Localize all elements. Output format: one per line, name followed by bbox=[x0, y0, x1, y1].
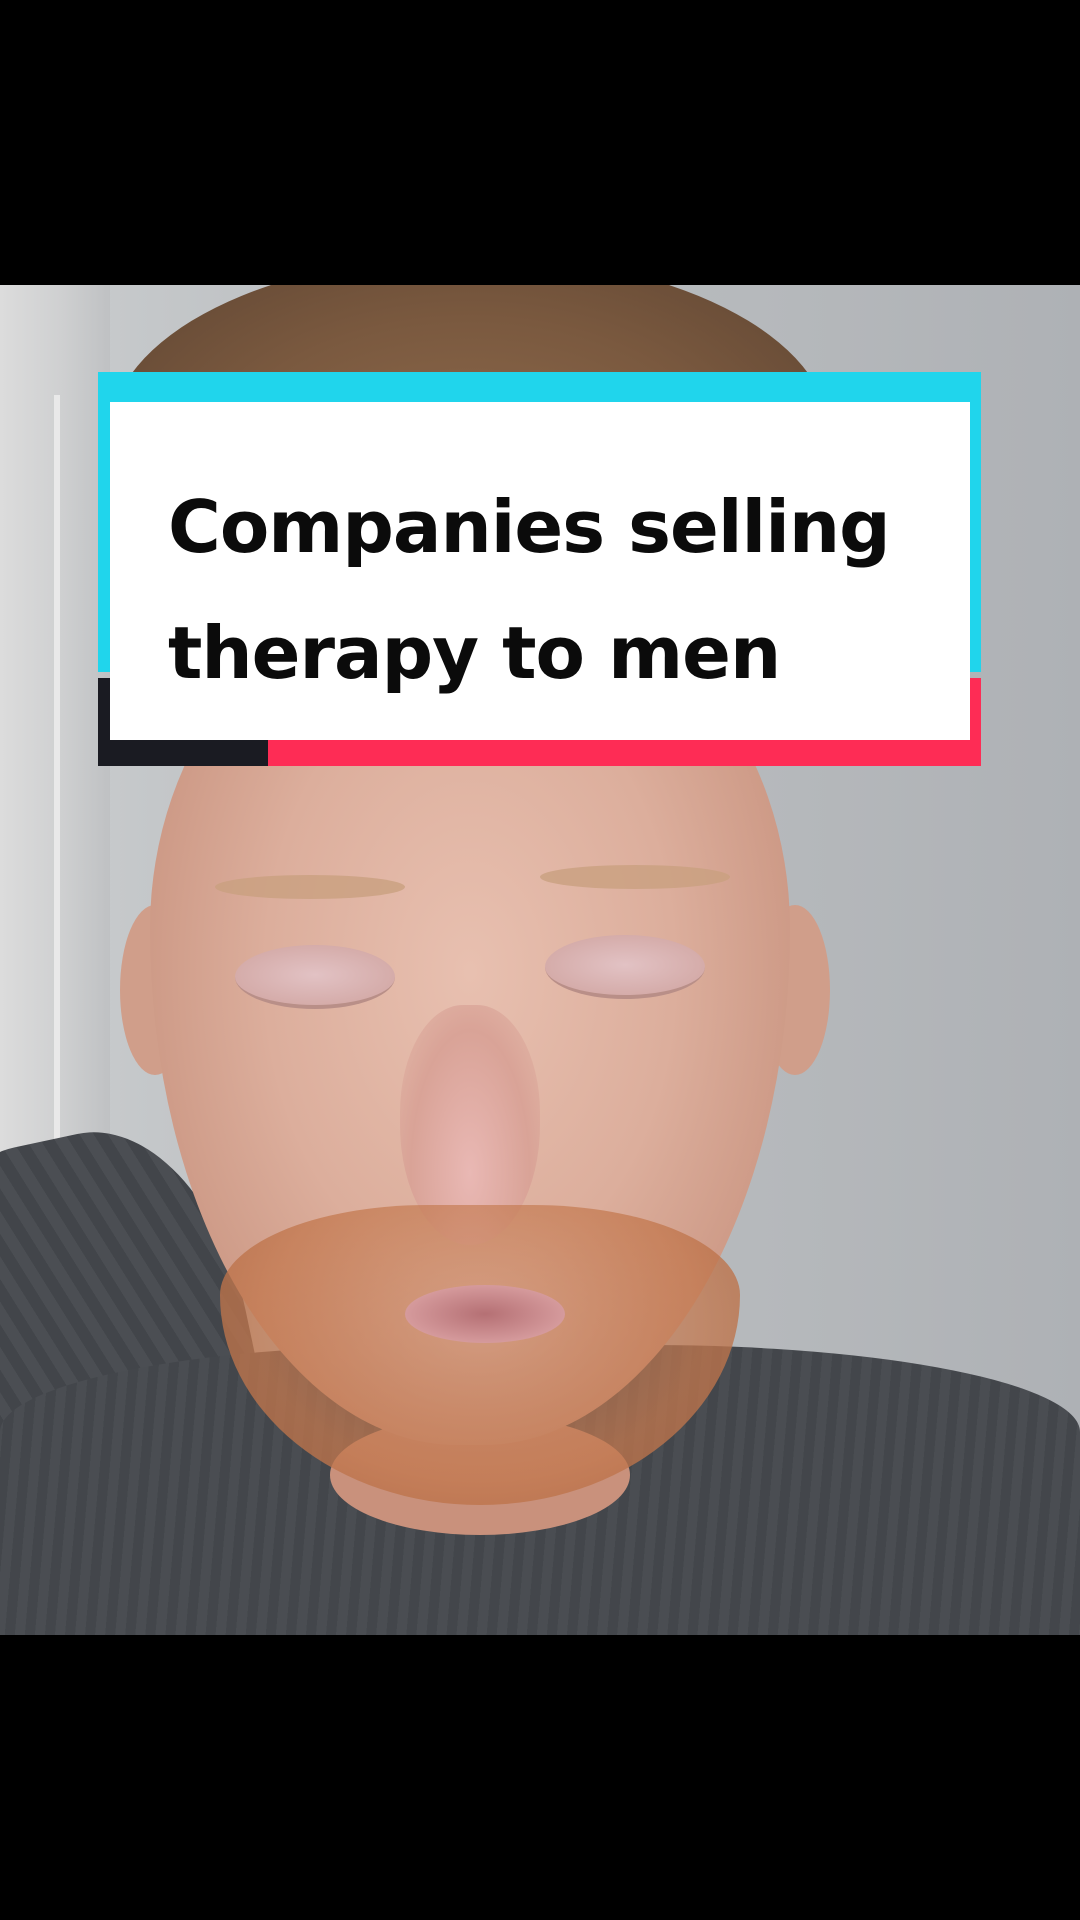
caption-line-1: Companies selling bbox=[168, 485, 891, 569]
letterbox-bottom bbox=[0, 1635, 1080, 1920]
right-eye-closed bbox=[545, 935, 705, 999]
mouth bbox=[405, 1285, 565, 1343]
right-eyebrow bbox=[540, 865, 730, 889]
letterbox-top bbox=[0, 0, 1080, 285]
left-eyebrow bbox=[215, 875, 405, 899]
caption-line-2: therapy to men bbox=[168, 611, 781, 695]
left-eye-closed bbox=[235, 945, 395, 1009]
caption-text: Companies selling therapy to men bbox=[168, 464, 948, 716]
caption-card: Companies selling therapy to men bbox=[110, 402, 970, 740]
caption-overlay: Companies selling therapy to men bbox=[98, 372, 981, 766]
